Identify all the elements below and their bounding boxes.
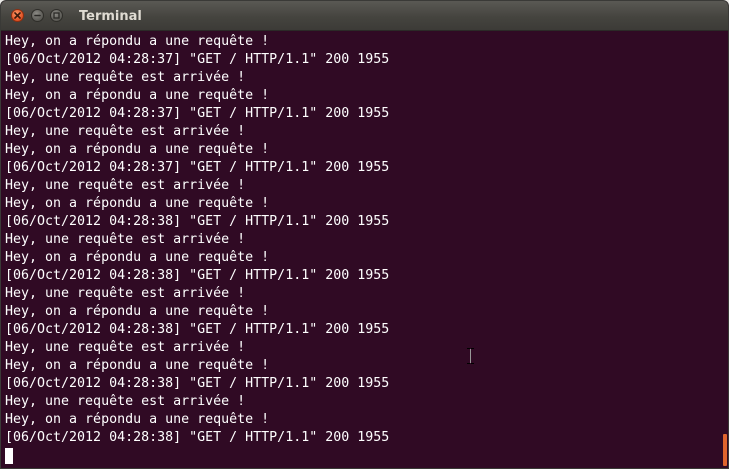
close-icon bbox=[14, 12, 21, 19]
terminal-line: Hey, on a répondu a une requête ! bbox=[5, 142, 270, 157]
terminal-line: [06/Oct/2012 04:28:37] "GET / HTTP/1.1" … bbox=[5, 160, 390, 175]
terminal-window: Terminal Hey, on a répondu a une requête… bbox=[0, 0, 729, 469]
terminal-line: [06/Oct/2012 04:28:37] "GET / HTTP/1.1" … bbox=[5, 106, 390, 121]
minimize-icon bbox=[34, 14, 41, 17]
terminal-line: Hey, une requête est arrivée ! bbox=[5, 394, 246, 409]
terminal-line: Hey, on a répondu a une requête ! bbox=[5, 34, 270, 49]
terminal-cursor bbox=[5, 448, 13, 464]
terminal-line: Hey, on a répondu a une requête ! bbox=[5, 196, 270, 211]
terminal-line: Hey, une requête est arrivée ! bbox=[5, 286, 246, 301]
terminal-line: [06/Oct/2012 04:28:38] "GET / HTTP/1.1" … bbox=[5, 322, 390, 337]
terminal-line: Hey, on a répondu a une requête ! bbox=[5, 412, 270, 427]
terminal-line: Hey, une requête est arrivée ! bbox=[5, 340, 246, 355]
terminal-line: Hey, une requête est arrivée ! bbox=[5, 232, 246, 247]
terminal-line: Hey, on a répondu a une requête ! bbox=[5, 88, 270, 103]
text-cursor-icon bbox=[467, 348, 474, 364]
terminal-line: [06/Oct/2012 04:28:38] "GET / HTTP/1.1" … bbox=[5, 430, 390, 445]
terminal-line: [06/Oct/2012 04:28:38] "GET / HTTP/1.1" … bbox=[5, 214, 390, 229]
terminal-line: Hey, une requête est arrivée ! bbox=[5, 70, 246, 85]
terminal-line: Hey, une requête est arrivée ! bbox=[5, 124, 246, 139]
terminal-line: [06/Oct/2012 04:28:37] "GET / HTTP/1.1" … bbox=[5, 52, 390, 67]
minimize-button[interactable] bbox=[31, 9, 44, 22]
terminal-line: Hey, on a répondu a une requête ! bbox=[5, 358, 270, 373]
terminal-line: Hey, on a répondu a une requête ! bbox=[5, 304, 270, 319]
maximize-icon bbox=[53, 12, 60, 19]
prompt-line[interactable] bbox=[5, 447, 715, 465]
scrollbar-thumb[interactable] bbox=[723, 434, 727, 466]
terminal-line: [06/Oct/2012 04:28:38] "GET / HTTP/1.1" … bbox=[5, 376, 390, 391]
title-bar[interactable]: Terminal bbox=[1, 1, 728, 31]
terminal-output[interactable]: Hey, on a répondu a une requête ! [06/Oct… bbox=[5, 33, 715, 465]
window-title: Terminal bbox=[79, 9, 142, 24]
terminal-line: Hey, une requête est arrivée ! bbox=[5, 178, 246, 193]
terminal-line: Hey, on a répondu a une requête ! bbox=[5, 250, 270, 265]
terminal-line: [06/Oct/2012 04:28:38] "GET / HTTP/1.1" … bbox=[5, 268, 390, 283]
maximize-button[interactable] bbox=[50, 9, 63, 22]
close-button[interactable] bbox=[11, 9, 24, 22]
